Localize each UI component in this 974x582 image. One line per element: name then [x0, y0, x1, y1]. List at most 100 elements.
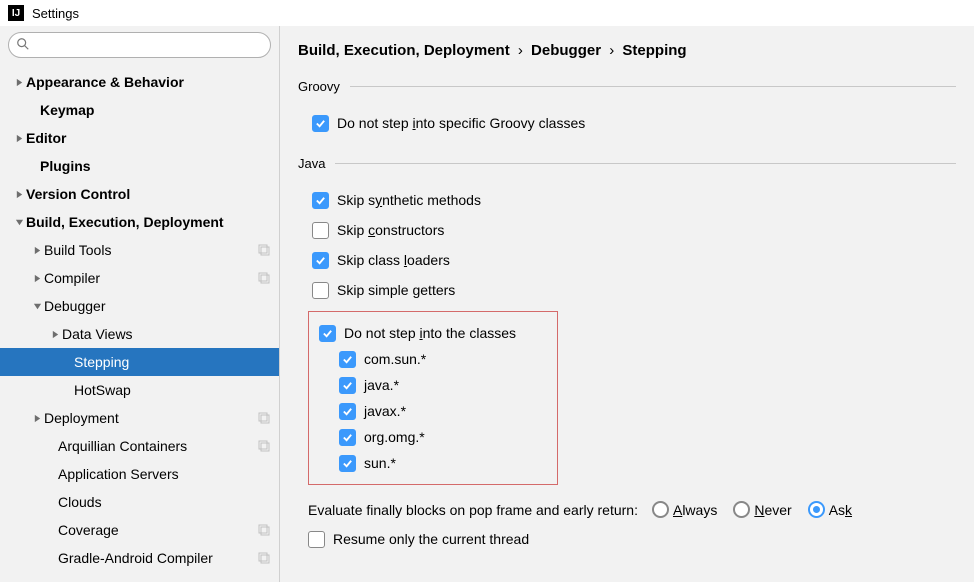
arrow-spacer: [44, 467, 58, 481]
chevron-down-icon: [12, 215, 26, 229]
chevron-down-icon: [30, 299, 44, 313]
breadcrumb-sep: ›: [518, 42, 523, 59]
search-input[interactable]: [8, 32, 271, 58]
tree-item[interactable]: Plugins: [0, 152, 279, 180]
option-label: Skip synthetic methods: [337, 192, 481, 208]
java-option[interactable]: Skip simple getters: [298, 275, 956, 305]
tree-item[interactable]: Editor: [0, 124, 279, 152]
section-header-groovy: Groovy: [298, 79, 956, 94]
java-option[interactable]: Skip synthetic methods: [298, 185, 956, 215]
tree-item[interactable]: Data Views: [0, 320, 279, 348]
radio[interactable]: [733, 501, 750, 518]
option-resume-current-thread[interactable]: Resume only the current thread: [298, 524, 956, 554]
tree-item-label: Compiler: [44, 270, 257, 286]
option-label: Do not step into the classes: [344, 325, 516, 341]
divider: [350, 86, 956, 87]
checkbox[interactable]: [308, 531, 325, 548]
tree-item[interactable]: Build, Execution, Deployment: [0, 208, 279, 236]
arrow-spacer: [60, 355, 74, 369]
checkbox[interactable]: [339, 403, 356, 420]
search-box: [8, 32, 271, 58]
app-icon: IJ: [8, 5, 24, 21]
project-scope-icon: [257, 551, 271, 565]
tree-item[interactable]: Keymap: [0, 96, 279, 124]
checkbox[interactable]: [312, 222, 329, 239]
radio[interactable]: [808, 501, 825, 518]
checkbox[interactable]: [339, 377, 356, 394]
class-filter-box: Do not step into the classes com.sun.* ja…: [308, 311, 558, 485]
class-filter-item[interactable]: java.*: [315, 372, 551, 398]
arrow-spacer: [44, 439, 58, 453]
tree-item-label: Clouds: [58, 494, 271, 510]
checkbox[interactable]: [312, 252, 329, 269]
tree-item-label: Plugins: [40, 158, 271, 174]
tree-item[interactable]: Build Tools: [0, 236, 279, 264]
option-label: Resume only the current thread: [333, 531, 529, 547]
radio[interactable]: [652, 501, 669, 518]
tree-item[interactable]: HotSwap: [0, 376, 279, 404]
section-title: Java: [298, 156, 325, 171]
checkbox[interactable]: [312, 115, 329, 132]
tree-item[interactable]: Appearance & Behavior: [0, 68, 279, 96]
option-label: Skip constructors: [337, 222, 444, 238]
checkbox[interactable]: [339, 455, 356, 472]
class-pattern-label: com.sun.*: [364, 351, 426, 367]
project-scope-icon: [257, 243, 271, 257]
checkbox[interactable]: [319, 325, 336, 342]
tree-item-label: Editor: [26, 130, 271, 146]
tree-item[interactable]: Stepping: [0, 348, 279, 376]
radio-label: Never: [754, 502, 791, 518]
option-label: Skip class loaders: [337, 252, 450, 268]
radio-label: Always: [673, 502, 717, 518]
java-option[interactable]: Skip class loaders: [298, 245, 956, 275]
java-option[interactable]: Skip constructors: [298, 215, 956, 245]
class-pattern-label: sun.*: [364, 455, 396, 471]
window-title: Settings: [32, 6, 79, 21]
arrow-spacer: [26, 159, 40, 173]
project-scope-icon: [257, 439, 271, 453]
option-dont-step-classes[interactable]: Do not step into the classes: [315, 320, 551, 346]
chevron-right-icon: [12, 75, 26, 89]
chevron-right-icon: [30, 243, 44, 257]
tree-item[interactable]: Coverage: [0, 516, 279, 544]
section-header-java: Java: [298, 156, 956, 171]
breadcrumb-b: Debugger: [531, 42, 601, 59]
class-filter-item[interactable]: javax.*: [315, 398, 551, 424]
divider: [335, 163, 956, 164]
tree-item[interactable]: Arquillian Containers: [0, 432, 279, 460]
checkbox[interactable]: [312, 192, 329, 209]
tree-item-label: Keymap: [40, 102, 271, 118]
tree-item[interactable]: Application Servers: [0, 460, 279, 488]
project-scope-icon: [257, 523, 271, 537]
tree-item[interactable]: Compiler: [0, 264, 279, 292]
class-pattern-label: java.*: [364, 377, 399, 393]
class-filter-item[interactable]: sun.*: [315, 450, 551, 476]
checkbox[interactable]: [339, 351, 356, 368]
chevron-right-icon: [12, 187, 26, 201]
sidebar: Appearance & Behavior Keymap Editor Plugins…: [0, 26, 280, 582]
tree-item-label: Gradle-Android Compiler: [58, 550, 257, 566]
eval-label: Evaluate finally blocks on pop frame and…: [308, 502, 638, 518]
tree-item[interactable]: Deployment: [0, 404, 279, 432]
class-filter-item[interactable]: org.omg.*: [315, 424, 551, 450]
arrow-spacer: [44, 551, 58, 565]
tree-item-label: Stepping: [74, 354, 271, 370]
breadcrumb-sep: ›: [609, 42, 614, 59]
tree-item[interactable]: Version Control: [0, 180, 279, 208]
option-label: Skip simple getters: [337, 282, 455, 298]
tree-item[interactable]: Gradle-Android Compiler: [0, 544, 279, 572]
tree-item-label: Application Servers: [58, 466, 271, 482]
eval-finally-row: Evaluate finally blocks on pop frame and…: [298, 495, 956, 524]
breadcrumb-a: Build, Execution, Deployment: [298, 42, 510, 59]
radio-label: Ask: [829, 502, 852, 518]
tree-item[interactable]: Clouds: [0, 488, 279, 516]
arrow-spacer: [60, 383, 74, 397]
option-label: Do not step into specific Groovy classes: [337, 115, 585, 131]
tree-item[interactable]: Debugger: [0, 292, 279, 320]
tree-item-label: Version Control: [26, 186, 271, 202]
option-groovy-dont-step[interactable]: Do not step into specific Groovy classes: [298, 108, 956, 138]
checkbox[interactable]: [312, 282, 329, 299]
checkbox[interactable]: [339, 429, 356, 446]
class-filter-item[interactable]: com.sun.*: [315, 346, 551, 372]
project-scope-icon: [257, 271, 271, 285]
